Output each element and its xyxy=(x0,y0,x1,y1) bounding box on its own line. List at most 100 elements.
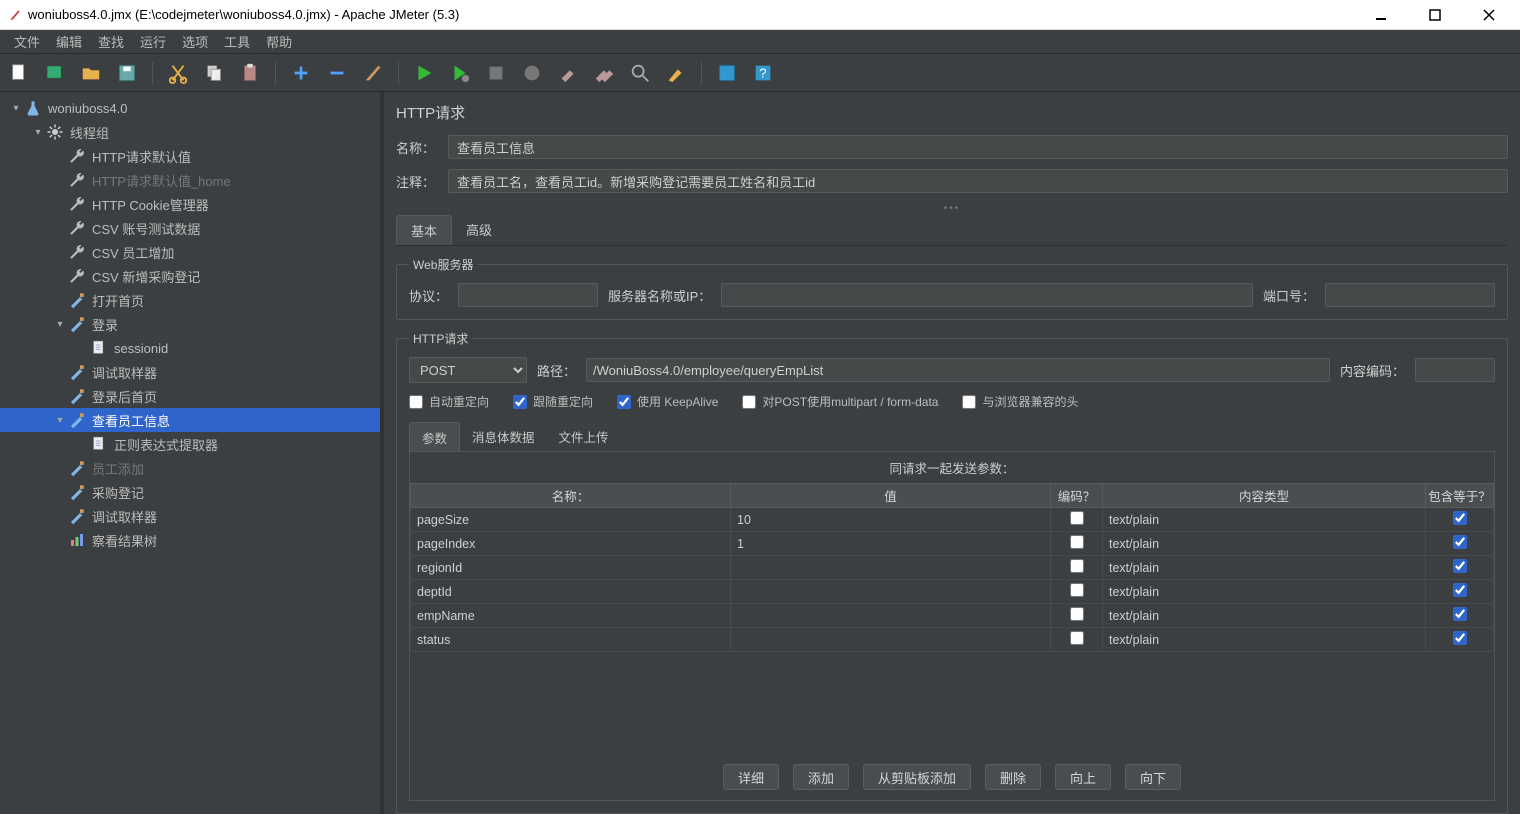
cell-equals[interactable] xyxy=(1426,604,1494,628)
cell-ctype[interactable]: text/plain xyxy=(1103,556,1426,580)
cb-auto-redirect[interactable]: 自动重定向 xyxy=(409,393,489,410)
tree-item[interactable]: ▾woniuboss4.0 xyxy=(0,96,380,120)
cell-equals[interactable] xyxy=(1426,628,1494,652)
method-select[interactable]: POST xyxy=(409,357,527,383)
paste-icon[interactable] xyxy=(239,62,261,84)
cell-value[interactable] xyxy=(731,604,1051,628)
cell-encode[interactable] xyxy=(1051,604,1103,628)
cell-encode[interactable] xyxy=(1051,508,1103,532)
toggle-icon[interactable] xyxy=(362,62,384,84)
path-input[interactable] xyxy=(586,358,1330,382)
cell-equals[interactable] xyxy=(1426,580,1494,604)
function-helper-icon[interactable] xyxy=(716,62,738,84)
start-no-pause-icon[interactable] xyxy=(449,62,471,84)
cell-encode[interactable] xyxy=(1051,628,1103,652)
up-button[interactable]: 向上 xyxy=(1055,764,1111,790)
templates-icon[interactable] xyxy=(44,62,66,84)
add-button[interactable]: 添加 xyxy=(793,764,849,790)
tree-item[interactable]: 打开首页 xyxy=(0,288,380,312)
col-encode[interactable]: 编码？ xyxy=(1051,484,1103,508)
toggle-icon[interactable]: ▾ xyxy=(32,127,44,138)
server-input[interactable] xyxy=(721,283,1253,307)
maximize-button[interactable] xyxy=(1418,5,1452,25)
cell-value[interactable] xyxy=(731,580,1051,604)
cell-encode[interactable] xyxy=(1051,580,1103,604)
cell-value[interactable] xyxy=(731,628,1051,652)
col-ctype[interactable]: 内容类型 xyxy=(1103,484,1426,508)
tree-item[interactable]: 采购登记 xyxy=(0,480,380,504)
collapse-icon[interactable] xyxy=(326,62,348,84)
tree-item[interactable]: CSV 新增采购登记 xyxy=(0,264,380,288)
cell-name[interactable]: deptId xyxy=(411,580,731,604)
clear-all-icon[interactable] xyxy=(593,62,615,84)
cell-name[interactable]: empName xyxy=(411,604,731,628)
protocol-input[interactable] xyxy=(458,283,598,307)
tree-item[interactable]: sessionid xyxy=(0,336,380,360)
menu-options[interactable]: 选项 xyxy=(174,30,216,53)
menu-file[interactable]: 文件 xyxy=(6,30,48,53)
tree-item[interactable]: CSV 账号测试数据 xyxy=(0,216,380,240)
cb-keepalive[interactable]: 使用 KeepAlive xyxy=(617,393,718,410)
col-equals[interactable]: 包含等于？ xyxy=(1426,484,1494,508)
table-row[interactable]: pageIndex1text/plain xyxy=(411,532,1494,556)
open-icon[interactable] xyxy=(80,62,102,84)
cell-value[interactable]: 10 xyxy=(731,508,1051,532)
encoding-input[interactable] xyxy=(1415,358,1495,382)
tree-item[interactable]: 调试取样器 xyxy=(0,360,380,384)
tree-item[interactable]: 员工添加 xyxy=(0,456,380,480)
toggle-icon[interactable]: ▾ xyxy=(54,319,66,330)
minimize-button[interactable] xyxy=(1364,5,1398,25)
menu-run[interactable]: 运行 xyxy=(132,30,174,53)
toggle-icon[interactable]: ▾ xyxy=(10,103,22,114)
cell-ctype[interactable]: text/plain xyxy=(1103,580,1426,604)
cell-equals[interactable] xyxy=(1426,556,1494,580)
menu-edit[interactable]: 编辑 xyxy=(48,30,90,53)
cell-equals[interactable] xyxy=(1426,508,1494,532)
param-table[interactable]: 名称： 值 编码？ 内容类型 包含等于？ pageSize10text/plai… xyxy=(410,483,1494,652)
table-row[interactable]: pageSize10text/plain xyxy=(411,508,1494,532)
subtab-body[interactable]: 消息体数据 xyxy=(460,422,547,452)
cell-ctype[interactable]: text/plain xyxy=(1103,628,1426,652)
cell-value[interactable]: 1 xyxy=(731,532,1051,556)
tab-basic[interactable]: 基本 xyxy=(396,215,452,245)
table-row[interactable]: empName text/plain xyxy=(411,604,1494,628)
new-icon[interactable] xyxy=(8,62,30,84)
save-icon[interactable] xyxy=(116,62,138,84)
col-value[interactable]: 值 xyxy=(731,484,1051,508)
cb-follow-redirect[interactable]: 跟随重定向 xyxy=(513,393,593,410)
comment-input[interactable] xyxy=(448,169,1508,193)
down-button[interactable]: 向下 xyxy=(1125,764,1181,790)
shutdown-icon[interactable] xyxy=(521,62,543,84)
cb-multipart[interactable]: 对POST使用multipart / form-data xyxy=(742,393,938,410)
cell-name[interactable]: status xyxy=(411,628,731,652)
col-name[interactable]: 名称： xyxy=(411,484,731,508)
clear-icon[interactable] xyxy=(557,62,579,84)
from-clip-button[interactable]: 从剪贴板添加 xyxy=(863,764,971,790)
toggle-icon[interactable]: ▾ xyxy=(54,415,66,426)
detail-button[interactable]: 详细 xyxy=(723,764,779,790)
cell-name[interactable]: pageSize xyxy=(411,508,731,532)
tree-item[interactable]: 调试取样器 xyxy=(0,504,380,528)
tree-item[interactable]: ▾查看员工信息 xyxy=(0,408,380,432)
tree-item[interactable]: 察看结果树 xyxy=(0,528,380,552)
tree-item[interactable]: ▾线程组 xyxy=(0,120,380,144)
cell-encode[interactable] xyxy=(1051,556,1103,580)
menu-search[interactable]: 查找 xyxy=(90,30,132,53)
test-plan-tree[interactable]: ▾woniuboss4.0▾线程组HTTP请求默认值HTTP请求默认值_home… xyxy=(0,92,384,814)
tree-item[interactable]: 正则表达式提取器 xyxy=(0,432,380,456)
tab-advanced[interactable]: 高级 xyxy=(452,215,506,245)
table-row[interactable]: status text/plain xyxy=(411,628,1494,652)
name-input[interactable] xyxy=(448,135,1508,159)
start-icon[interactable] xyxy=(413,62,435,84)
tree-item[interactable]: CSV 员工增加 xyxy=(0,240,380,264)
table-row[interactable]: deptId text/plain xyxy=(411,580,1494,604)
help-icon[interactable]: ? xyxy=(752,62,774,84)
expand-icon[interactable] xyxy=(290,62,312,84)
cell-equals[interactable] xyxy=(1426,532,1494,556)
cell-encode[interactable] xyxy=(1051,532,1103,556)
delete-button[interactable]: 删除 xyxy=(985,764,1041,790)
menu-tools[interactable]: 工具 xyxy=(216,30,258,53)
tree-item[interactable]: HTTP请求默认值_home xyxy=(0,168,380,192)
cb-browser-headers[interactable]: 与浏览器兼容的头 xyxy=(962,393,1078,410)
cell-ctype[interactable]: text/plain xyxy=(1103,604,1426,628)
